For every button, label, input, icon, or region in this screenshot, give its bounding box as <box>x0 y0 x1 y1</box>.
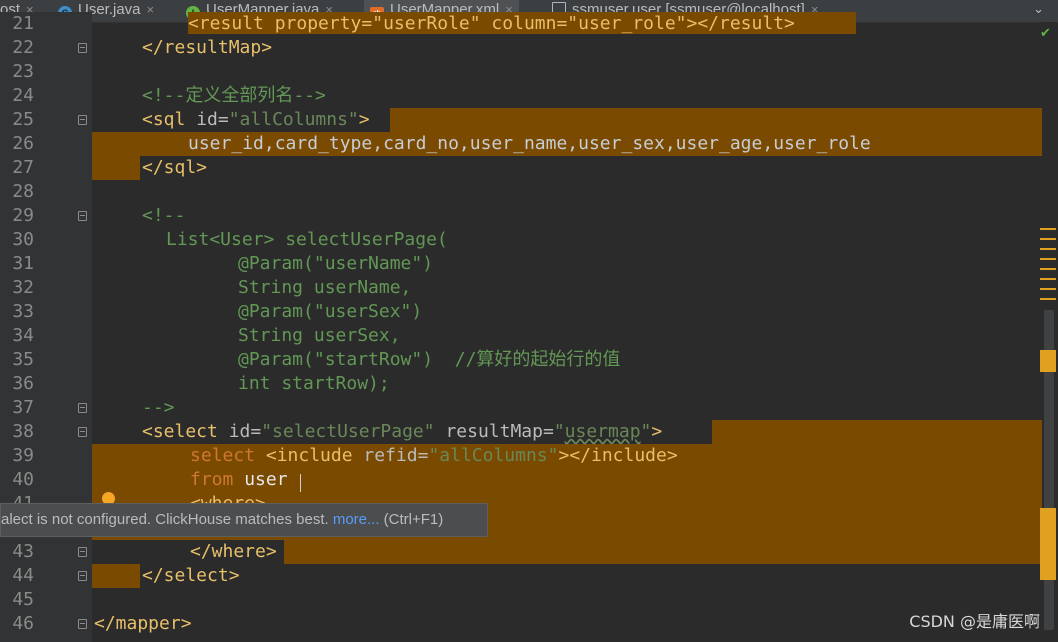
code-line: 32 String userName, <box>0 276 1058 300</box>
line-number: 22 <box>12 37 34 58</box>
highlight-marker[interactable] <box>1040 350 1056 372</box>
code-line: 31 @Param("userName") <box>0 252 1058 276</box>
code-line: 26 user_id,card_type,card_no,user_name,u… <box>0 132 1058 156</box>
fold-icon[interactable] <box>78 619 87 629</box>
code-text: </select> <box>142 565 240 586</box>
line-number: 35 <box>12 349 34 370</box>
line-number: 43 <box>12 541 34 562</box>
line-number: 36 <box>12 373 34 394</box>
code-text: String userSex, <box>238 325 401 346</box>
fold-icon[interactable] <box>78 427 87 437</box>
code-line: 38 <select id="selectUserPage" resultMap… <box>0 420 1058 444</box>
fold-icon[interactable] <box>78 547 87 557</box>
line-number: 30 <box>12 229 34 250</box>
code-text: </sql> <box>142 157 208 178</box>
highlight-marker[interactable] <box>1040 228 1056 230</box>
tooltip-shortcut: (Ctrl+F1) <box>379 511 444 528</box>
line-number: 28 <box>12 181 34 202</box>
code-line: 30 List<User> selectUserPage( <box>0 228 1058 252</box>
text-cursor <box>300 474 301 492</box>
code-text: @Param("userSex") <box>238 301 423 322</box>
code-line: 28 <box>0 180 1058 204</box>
code-text: <!-- <box>142 205 186 226</box>
code-text: @Param("userName") <box>238 253 434 274</box>
code-text: <select id="selectUserPage" resultMap="u… <box>142 421 663 442</box>
line-number: 21 <box>12 13 34 34</box>
code-text: --> <box>142 397 175 418</box>
code-line: 35 @Param("startRow") //算好的起始行的值 <box>0 348 1058 372</box>
code-line: 46 </mapper> <box>0 612 1058 636</box>
code-line: 40 from user <box>0 468 1058 492</box>
code-line: 23 <box>0 60 1058 84</box>
code-line: 44 </select> <box>0 564 1058 588</box>
code-line: 33 @Param("userSex") <box>0 300 1058 324</box>
code-line: 37 --> <box>0 396 1058 420</box>
highlight-marker[interactable] <box>1040 248 1056 250</box>
line-number: 37 <box>12 397 34 418</box>
code-line: 45 <box>0 588 1058 612</box>
code-text: select <include refid="allColumns"></inc… <box>190 445 678 466</box>
line-number: 33 <box>12 301 34 322</box>
fold-icon[interactable] <box>78 403 87 413</box>
highlight-marker[interactable] <box>1040 268 1056 270</box>
watermark: CSDN @是庸医啊 <box>909 612 1040 631</box>
check-icon: ✔ <box>1040 26 1051 41</box>
code-text: @Param("startRow") //算好的起始行的值 <box>238 349 621 370</box>
code-text: </resultMap> <box>142 37 273 58</box>
code-text: </where> <box>190 541 277 562</box>
code-text: user_id,card_type,card_no,user_name,user… <box>188 133 871 154</box>
line-number: 38 <box>12 421 34 442</box>
highlight-marker[interactable] <box>1040 508 1056 580</box>
fold-icon[interactable] <box>78 43 87 53</box>
code-editor[interactable]: 21 <result property="userRole" column="u… <box>0 12 1058 642</box>
line-number: 27 <box>12 157 34 178</box>
code-text: from user <box>190 469 288 490</box>
line-number: 25 <box>12 109 34 130</box>
line-number: 26 <box>12 133 34 154</box>
code-text: String userName, <box>238 277 412 298</box>
highlight-marker[interactable] <box>1040 288 1056 290</box>
tooltip-more-link[interactable]: more... <box>333 511 380 528</box>
highlight-marker[interactable] <box>1040 278 1056 280</box>
code-line: 22 </resultMap> <box>0 36 1058 60</box>
code-text: </mapper> <box>94 613 192 634</box>
code-text: List<User> selectUserPage( <box>166 229 448 250</box>
fold-icon[interactable] <box>78 571 87 581</box>
code-line: 25 <sql id="allColumns"> <box>0 108 1058 132</box>
tooltip-text: alect is not configured. ClickHouse matc… <box>1 511 333 528</box>
code-text: <!--定义全部列名--> <box>142 85 326 106</box>
line-number: 46 <box>12 613 34 634</box>
code-text: <sql id="allColumns"> <box>142 109 370 130</box>
code-line: 29 <!-- <box>0 204 1058 228</box>
highlight-marker[interactable] <box>1040 298 1056 300</box>
sql-dialect-tooltip: alect is not configured. ClickHouse matc… <box>0 503 488 537</box>
line-number: 40 <box>12 469 34 490</box>
code-line: 36 int startRow); <box>0 372 1058 396</box>
line-number: 39 <box>12 445 34 466</box>
line-number: 23 <box>12 61 34 82</box>
line-number: 45 <box>12 589 34 610</box>
line-number: 24 <box>12 85 34 106</box>
code-line: 27 </sql> <box>0 156 1058 180</box>
line-number: 34 <box>12 325 34 346</box>
line-number: 31 <box>12 253 34 274</box>
fold-icon[interactable] <box>78 115 87 125</box>
fold-icon[interactable] <box>78 211 87 221</box>
line-number: 29 <box>12 205 34 226</box>
code-line: 21 <result property="userRole" column="u… <box>0 12 1058 36</box>
line-number: 32 <box>12 277 34 298</box>
code-line: 39 select <include refid="allColumns"></… <box>0 444 1058 468</box>
highlight-marker[interactable] <box>1040 238 1056 240</box>
code-text: int startRow); <box>238 373 390 394</box>
line-number: 44 <box>12 565 34 586</box>
code-text: <result property="userRole" column="user… <box>188 13 795 34</box>
code-line: 24 <!--定义全部列名--> <box>0 84 1058 108</box>
code-line: 43 </where> <box>0 540 1058 564</box>
code-line: 34 String userSex, <box>0 324 1058 348</box>
highlight-marker[interactable] <box>1040 258 1056 260</box>
